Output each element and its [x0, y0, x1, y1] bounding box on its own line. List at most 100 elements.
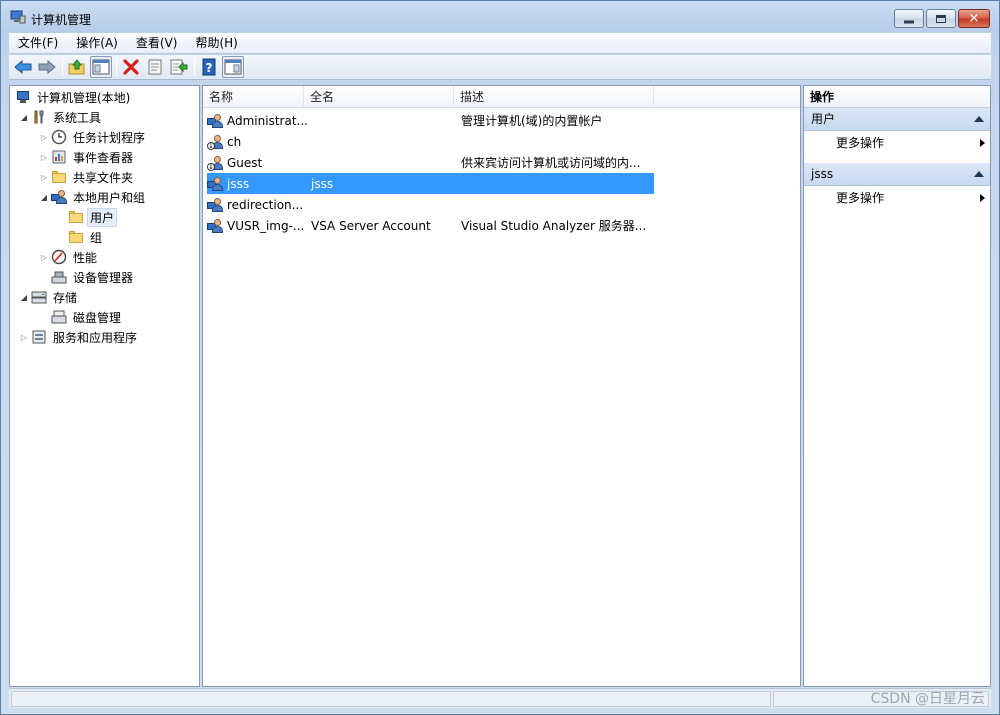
submenu-arrow-icon — [980, 139, 985, 147]
list-item[interactable]: Administrat... 管理计算机(域)的内置帐户 — [207, 110, 654, 131]
list-item[interactable]: ↓ ch — [207, 131, 654, 152]
window-title: 计算机管理 — [31, 13, 92, 27]
watermark-text: CSDN @日星月云 — [870, 691, 985, 707]
maximize-button[interactable] — [926, 9, 956, 28]
more-actions-jsss[interactable]: 更多操作 — [804, 187, 990, 209]
user-fullname: VSA Server Account — [311, 218, 431, 233]
menu-action[interactable]: 操作(A) — [67, 34, 127, 53]
maximize-icon — [936, 14, 946, 23]
help-icon: ? — [202, 58, 216, 76]
tree-item-system-tools[interactable]: ◢ 系统工具 — [19, 107, 104, 127]
up-one-level-button[interactable] — [66, 56, 88, 78]
tree-item-groups[interactable]: 组 — [66, 227, 105, 247]
user-name: Guest — [227, 155, 263, 170]
tree-label: 事件查看器 — [73, 150, 134, 165]
tree-label: 存储 — [53, 290, 78, 305]
user-description: Visual Studio Analyzer 服务器... — [461, 219, 647, 233]
more-actions-users[interactable]: 更多操作 — [804, 132, 990, 154]
user-description: 管理计算机(域)的内置帐户 — [461, 114, 603, 128]
back-arrow-icon — [14, 60, 32, 74]
collapse-up-icon[interactable] — [974, 116, 984, 122]
user-description: 供来宾访问计算机或访问域的内... — [461, 156, 641, 170]
list-item[interactable]: VUSR_img-... VSA Server Account Visual S… — [207, 215, 654, 236]
help-button[interactable]: ? — [198, 56, 220, 78]
collapse-up-icon[interactable] — [974, 171, 984, 177]
folder-icon — [68, 229, 84, 245]
delete-button[interactable] — [120, 56, 142, 78]
computer-management-icon — [15, 89, 31, 105]
user-list-pane[interactable]: 名称 全名 描述 Administrat... 管理计算机(域)的内置帐户 ↓ … — [202, 85, 801, 687]
user-icon — [207, 218, 225, 234]
menu-file[interactable]: 文件(F) — [9, 34, 67, 53]
collapsed-arrow-icon[interactable]: ▷ — [19, 333, 29, 342]
tree-item-services-apps[interactable]: ▷ 服务和应用程序 — [19, 327, 140, 347]
expanded-arrow-icon[interactable]: ◢ — [19, 293, 29, 302]
menu-view[interactable]: 查看(V) — [127, 34, 187, 53]
submenu-arrow-icon — [980, 194, 985, 202]
back-button[interactable] — [12, 56, 34, 78]
status-bar — [9, 688, 991, 708]
tree-label: 计算机管理(本地) — [37, 90, 131, 105]
tree-item-local-users-groups[interactable]: ◢ 本地用户和组 — [39, 187, 148, 207]
collapsed-arrow-icon[interactable]: ▷ — [39, 173, 49, 182]
toolbar-separator — [62, 58, 63, 76]
tree-item-disk-management[interactable]: 磁盘管理 — [49, 307, 124, 327]
tree-label: 服务和应用程序 — [53, 330, 138, 345]
properties-button[interactable] — [144, 56, 166, 78]
tree-label: 共享文件夹 — [73, 170, 134, 185]
computer-management-window: 计算机管理 ✕ 文件(F) 操作(A) 查看(V) 帮助(H) ? 计算机管理(… — [0, 0, 1000, 715]
tree-item-users[interactable]: 用户 — [66, 207, 118, 227]
column-header-fullname[interactable]: 全名 — [304, 86, 454, 108]
storage-icon — [31, 289, 47, 305]
tools-icon — [31, 109, 47, 125]
user-name: ch — [227, 134, 242, 149]
close-button[interactable]: ✕ — [958, 9, 990, 28]
user-name: Administrat... — [227, 113, 307, 128]
tree-item-shared-folders[interactable]: ▷ 共享文件夹 — [39, 167, 136, 187]
forward-arrow-icon — [38, 60, 56, 74]
console-tree-pane[interactable]: 计算机管理(本地) ◢ 系统工具 ▷ 任务计划程序 ▷ 事件查看器 ▷ 共享文件… — [9, 85, 200, 687]
tree-item-performance[interactable]: ▷ 性能 — [39, 247, 100, 267]
minimize-button[interactable] — [894, 9, 924, 28]
export-list-button[interactable] — [168, 56, 190, 78]
user-icon — [207, 113, 225, 129]
expanded-arrow-icon[interactable]: ◢ — [39, 193, 49, 202]
services-icon — [31, 329, 47, 345]
forward-button[interactable] — [36, 56, 58, 78]
clock-icon — [51, 129, 67, 145]
tree-item-storage[interactable]: ◢ 存储 — [19, 287, 80, 307]
tree-label: 设备管理器 — [73, 270, 134, 285]
collapsed-arrow-icon[interactable]: ▷ — [39, 133, 49, 142]
more-actions-label: 更多操作 — [836, 191, 885, 205]
actions-pane: 操作 用户 更多操作 jsss 更多操作 — [803, 85, 991, 687]
event-viewer-icon — [51, 149, 67, 165]
tree-item-root[interactable]: 计算机管理(本地) — [13, 87, 133, 107]
user-name: jsss — [227, 176, 250, 191]
list-item-selected[interactable]: jsss jsss — [207, 173, 654, 194]
list-item[interactable]: ↓ Guest 供来宾访问计算机或访问域的内... — [207, 152, 654, 173]
column-header-description[interactable]: 描述 — [454, 86, 654, 108]
tree-label: 任务计划程序 — [73, 130, 146, 145]
menu-help[interactable]: 帮助(H) — [186, 34, 246, 53]
folder-icon — [68, 209, 84, 225]
list-item[interactable]: redirection... — [207, 194, 654, 215]
tree-label: 本地用户和组 — [73, 190, 146, 205]
column-header-name[interactable]: 名称 — [203, 86, 304, 108]
expanded-arrow-icon[interactable]: ◢ — [19, 113, 29, 122]
properties-icon — [148, 59, 162, 75]
title-bar[interactable]: 计算机管理 ✕ — [1, 1, 999, 33]
show-hide-console-tree-button[interactable] — [90, 56, 112, 78]
collapsed-arrow-icon[interactable]: ▷ — [39, 253, 49, 262]
performance-icon — [51, 249, 67, 265]
show-hide-action-pane-icon — [224, 59, 242, 75]
actions-section-users[interactable]: 用户 — [804, 108, 990, 131]
toolbar-separator — [116, 58, 117, 76]
tree-item-task-scheduler[interactable]: ▷ 任务计划程序 — [39, 127, 148, 147]
tree-item-device-manager[interactable]: 设备管理器 — [49, 267, 136, 287]
collapsed-arrow-icon[interactable]: ▷ — [39, 153, 49, 162]
actions-section-jsss[interactable]: jsss — [804, 163, 990, 186]
show-hide-action-pane-button[interactable] — [222, 56, 244, 78]
toolbar-separator — [194, 58, 195, 76]
delete-icon — [123, 59, 139, 75]
tree-item-event-viewer[interactable]: ▷ 事件查看器 — [39, 147, 136, 167]
